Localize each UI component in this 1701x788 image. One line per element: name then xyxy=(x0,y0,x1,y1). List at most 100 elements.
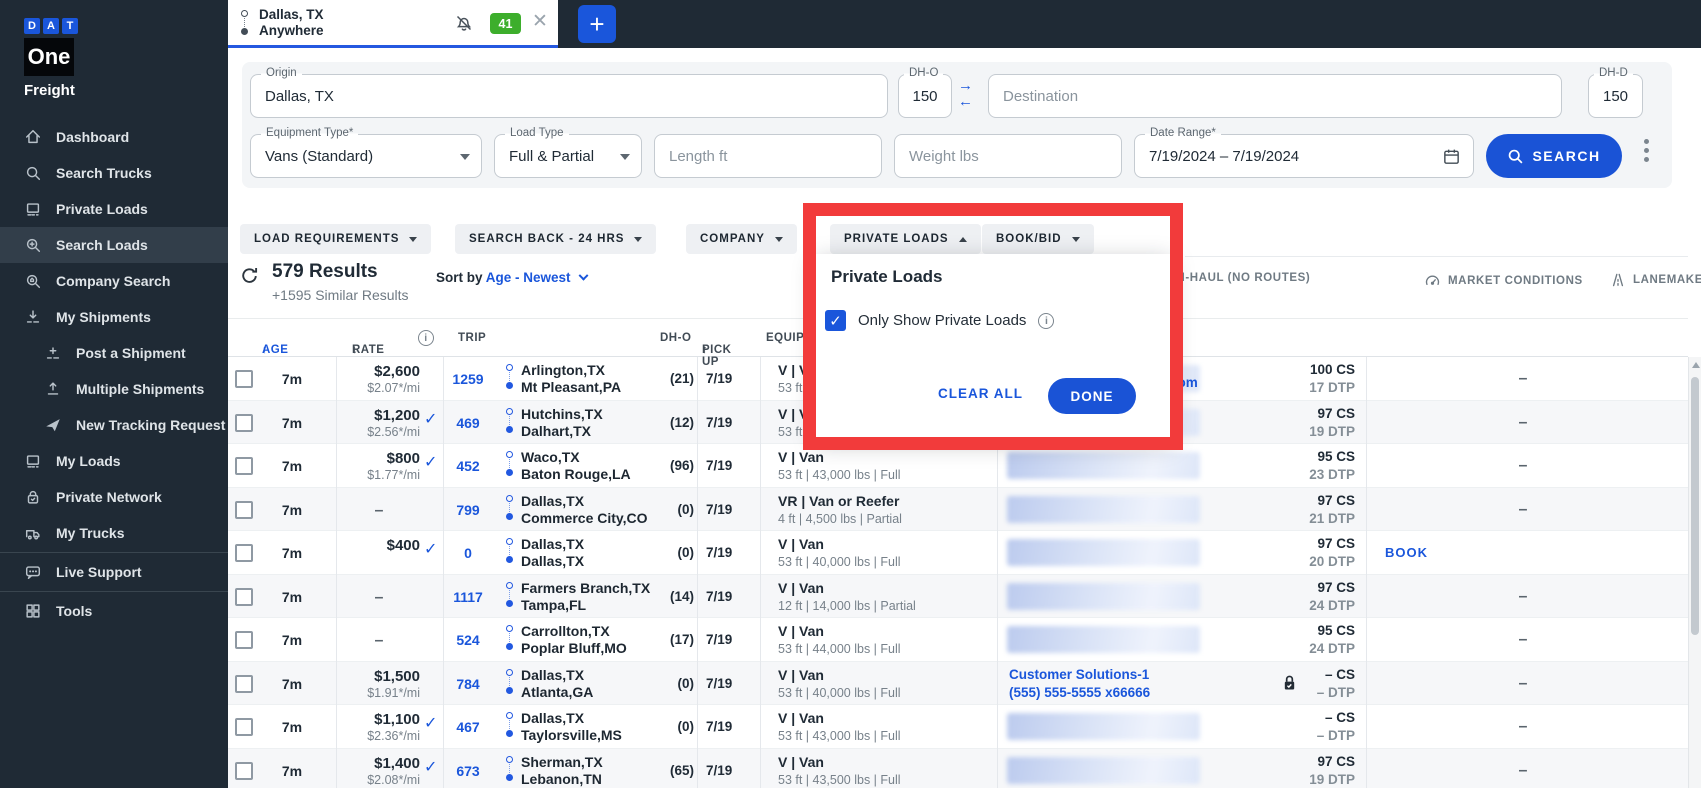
trip-miles-link[interactable]: 467 xyxy=(443,719,493,735)
load-row[interactable]: 7m $1,500 $1.91*/mi 784 Dallas,TX Atlanta,GA (… xyxy=(228,661,1688,705)
trip-miles-link[interactable]: 452 xyxy=(443,458,493,474)
dho-field[interactable]: DH-O xyxy=(898,67,952,118)
trip-miles-link[interactable]: 1117 xyxy=(443,589,493,605)
filter-chip-book-bid[interactable]: BOOK/BID xyxy=(982,224,1094,254)
date-range-field[interactable]: Date Range* 7/19/2024 – 7/19/2024 xyxy=(1134,127,1474,178)
length-field[interactable] xyxy=(654,134,882,178)
sidebar-item-search-loads[interactable]: Search Loads xyxy=(0,227,228,263)
origin-field[interactable]: Origin xyxy=(250,67,888,118)
search-button[interactable]: SEARCH xyxy=(1486,134,1622,178)
company-contact-link[interactable]: Customer Solutions-1 (555) 555-5555 x6666… xyxy=(1009,666,1150,702)
sidebar-item-my-loads[interactable]: My Loads xyxy=(0,443,228,479)
sidebar-item-dashboard[interactable]: Dashboard xyxy=(0,119,228,155)
scrollbar-thumb[interactable] xyxy=(1691,377,1699,635)
view-tool-lanemakers[interactable]: LANEMAKERS xyxy=(1610,272,1701,288)
load-row[interactable]: 7m $800 $1.77*/mi ✓ 452 Waco,TX Baton Rouge,LA… xyxy=(228,444,1688,488)
row-checkbox[interactable] xyxy=(235,718,253,736)
row-checkbox[interactable] xyxy=(235,587,253,606)
notifications-muted-icon[interactable] xyxy=(454,13,474,33)
done-button[interactable]: DONE xyxy=(1048,378,1136,414)
only-show-private-loads-checkbox[interactable]: ✓ xyxy=(825,310,846,331)
sidebar-item-live-support[interactable]: Live Support xyxy=(0,554,228,590)
scroll-up-arrow[interactable] xyxy=(1691,362,1700,368)
sidebar-item-private-network[interactable]: Private Network xyxy=(0,479,228,515)
chevron-down-icon xyxy=(460,154,470,160)
book-button[interactable]: BOOK xyxy=(1385,545,1428,560)
vertical-scrollbar[interactable] xyxy=(1688,357,1701,788)
days-to-pay: 19 DTP xyxy=(1309,771,1355,787)
refresh-results-icon[interactable] xyxy=(239,265,260,286)
sidebar-item-multiple-shipments[interactable]: Multiple Shipments xyxy=(0,371,228,407)
chip-label: SEARCH BACK - 24 HRS xyxy=(469,233,625,245)
sidebar-item-company-search[interactable]: Company Search xyxy=(0,263,228,299)
sort-value[interactable]: Age - Newest xyxy=(486,270,571,285)
sidebar-item-private-loads[interactable]: Private Loads xyxy=(0,191,228,227)
swap-origin-destination-icon[interactable]: → ← xyxy=(958,78,973,110)
load-row[interactable]: 7m $1,400 $2.08*/mi ✓ 673 Sherman,TX Lebanon,T… xyxy=(228,748,1688,788)
dho-input[interactable] xyxy=(899,75,951,117)
load-row[interactable]: 7m $1,100 $2.36*/mi ✓ 467 Dallas,TX Taylorsvil… xyxy=(228,705,1688,749)
sidebar-item-search-trucks[interactable]: Search Trucks xyxy=(0,155,228,191)
chevron-down-icon xyxy=(620,154,630,160)
destination-field[interactable] xyxy=(988,74,1562,118)
view-tool-tri-haul-no-routes-[interactable]: TRI-HAUL (NO ROUTES) xyxy=(1165,272,1310,284)
weight-field[interactable] xyxy=(894,134,1122,178)
origin-input[interactable] xyxy=(251,75,887,117)
trip-miles-link[interactable]: 469 xyxy=(443,415,493,431)
row-checkbox[interactable] xyxy=(235,500,253,519)
row-checkbox[interactable] xyxy=(235,631,253,649)
trip-miles-link[interactable]: 784 xyxy=(443,676,493,692)
equipment-cell: V | Van 53 ft | 40,000 lbs | Full xyxy=(778,535,901,571)
load-row[interactable]: 7m $400 ✓ 0 Dallas,TX Dallas,TX (0) 7/19 V | Van… xyxy=(228,531,1688,575)
trip-miles-link[interactable]: 0 xyxy=(443,545,493,561)
credit-score: 97 CS xyxy=(1317,405,1355,421)
search-tab-dallas-anywhere[interactable]: Dallas, TX Anywhere 41 ✕ xyxy=(228,0,558,48)
view-tool-market-conditions[interactable]: MARKET CONDITIONS xyxy=(1424,272,1583,289)
row-checkbox[interactable] xyxy=(235,413,253,432)
row-checkbox[interactable] xyxy=(235,761,253,780)
deadhead-origin-cell: (0) xyxy=(677,501,695,517)
col-dho[interactable]: DH-O xyxy=(660,332,691,344)
dhd-field[interactable]: DH-D xyxy=(1588,67,1643,118)
sidebar-item-my-shipments[interactable]: My Shipments xyxy=(0,299,228,335)
dhd-input[interactable] xyxy=(1589,75,1642,117)
sidebar-item-tools[interactable]: Tools xyxy=(0,593,228,629)
destination-input[interactable] xyxy=(989,75,1561,117)
filter-chip-search-back-24-hrs[interactable]: SEARCH BACK - 24 HRS xyxy=(455,224,657,254)
info-icon[interactable]: i xyxy=(1038,312,1055,329)
new-search-tab-button[interactable]: + xyxy=(578,5,616,43)
sidebar-item-my-trucks[interactable]: My Trucks xyxy=(0,515,228,551)
sidebar-item-new-tracking-request[interactable]: New Tracking Request xyxy=(0,407,228,443)
weight-input[interactable] xyxy=(895,135,1121,177)
trip-miles-link[interactable]: 1259 xyxy=(443,371,493,387)
more-options-kebab-icon[interactable] xyxy=(1644,139,1649,166)
row-checkbox[interactable] xyxy=(235,457,253,475)
filter-chip-private-loads[interactable]: PRIVATE LOADS xyxy=(830,224,981,254)
row-checkbox[interactable] xyxy=(235,544,253,562)
clear-all-button[interactable]: CLEAR ALL xyxy=(938,386,1023,401)
equipment-type-field[interactable]: Equipment Type* Vans (Standard) xyxy=(250,127,482,178)
filter-chip-load-requirements[interactable]: LOAD REQUIREMENTS xyxy=(240,224,432,254)
trip-miles-link[interactable]: 524 xyxy=(443,632,493,648)
sidebar-item-post-a-shipment[interactable]: Post a Shipment xyxy=(0,335,228,371)
col-trip[interactable]: TRIP xyxy=(458,332,486,344)
sort-control[interactable]: Sort by Age - Newest xyxy=(436,270,589,285)
load-row[interactable]: 7m – 524 Carrollton,TX Poplar Bluff,MO (17) 7/… xyxy=(228,618,1688,662)
load-row[interactable]: 7m – 1117 Farmers Branch,TX Tampa,FL (14) 7/19… xyxy=(228,574,1688,618)
load-type-field[interactable]: Load Type Full & Partial xyxy=(494,127,642,178)
lane-icon xyxy=(1610,272,1626,288)
equipment-cell: V | Van 53 ft | 43,000 lbs | Full xyxy=(778,709,901,745)
row-checkbox[interactable] xyxy=(235,674,253,693)
rate-info-icon[interactable]: i xyxy=(418,330,434,346)
length-input[interactable] xyxy=(655,135,881,177)
deadhead-origin-cell: (96) xyxy=(669,458,694,473)
trip-miles-link[interactable]: 799 xyxy=(443,502,493,518)
row-checkbox[interactable] xyxy=(235,370,253,388)
calendar-icon[interactable] xyxy=(1442,147,1461,166)
company-link-tail[interactable]: com xyxy=(1170,375,1198,390)
trip-miles-link[interactable]: 673 xyxy=(443,763,493,779)
close-tab-icon[interactable]: ✕ xyxy=(532,12,548,32)
company-blurred xyxy=(1007,495,1200,523)
filter-chip-company[interactable]: COMPANY xyxy=(686,224,797,254)
load-row[interactable]: 7m – 799 Dallas,TX Commerce City,CO (0) 7/19 VR… xyxy=(228,487,1688,531)
